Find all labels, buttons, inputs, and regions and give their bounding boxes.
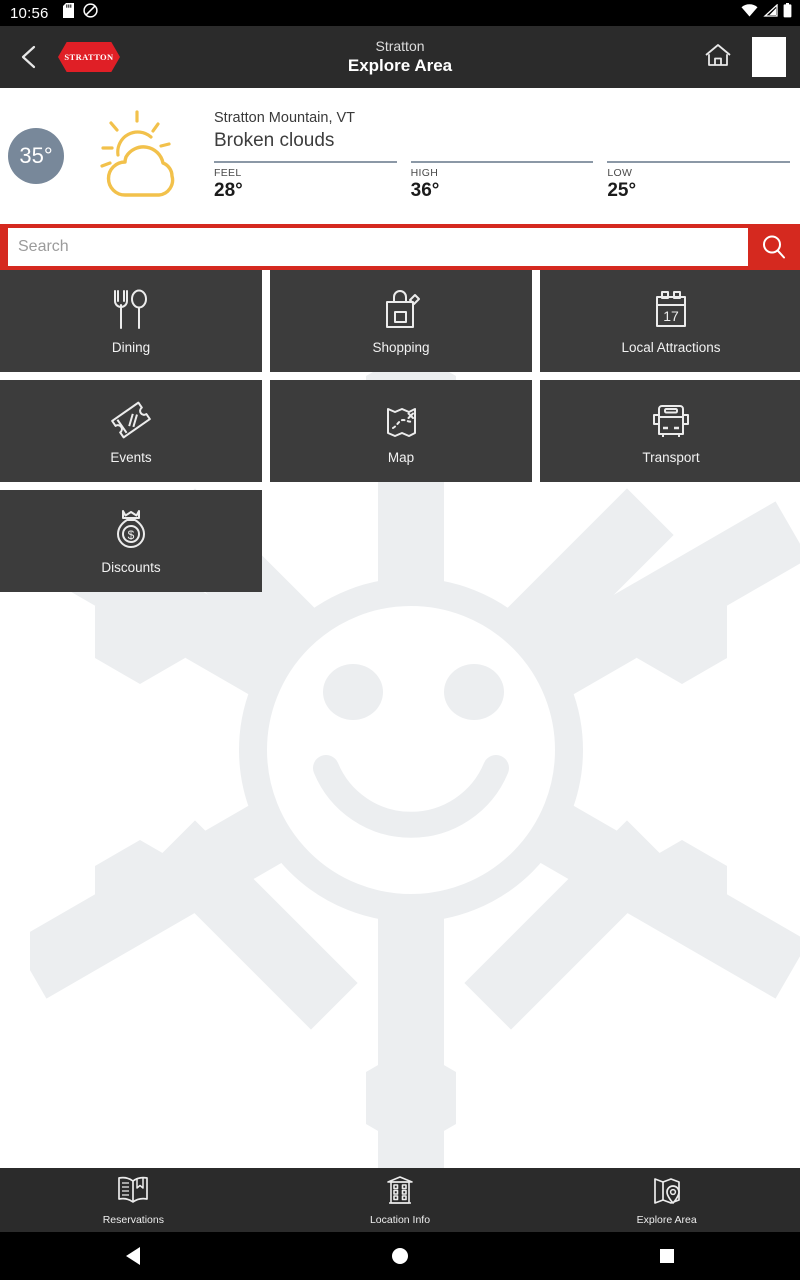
cell-signal-icon (763, 3, 778, 22)
battery-icon (783, 3, 792, 23)
open-book-icon (115, 1174, 151, 1211)
tile-label: Transport (642, 449, 700, 465)
tile-shopping[interactable]: Shopping (270, 270, 532, 372)
treasure-map-icon (380, 398, 422, 442)
tile-transport[interactable]: Transport (540, 380, 800, 482)
tile-label: Map (387, 449, 415, 465)
tile-local-attractions[interactable]: 17 Local Attractions (540, 270, 800, 372)
category-grid: Dining Shopping 17 Local Attractions Eve… (0, 270, 800, 592)
tile-label: Dining (111, 339, 151, 355)
weather-stat-value: 28° (214, 180, 243, 201)
weather-stats: FEEL 28° HIGH 36° LOW 25° (214, 161, 791, 202)
tile-label: Discounts (101, 559, 161, 575)
weather-stat-high: HIGH 36° (410, 161, 594, 202)
status-bar-clock: 10:56 (10, 4, 49, 22)
search-bar (0, 224, 800, 270)
sun-behind-cloud-icon (100, 110, 175, 197)
weather-location: Stratton Mountain, VT (214, 110, 356, 126)
bottom-nav-label: Explore Area (636, 1214, 697, 1226)
tile-discounts[interactable]: $ Discounts (0, 490, 262, 592)
shopping-bag-icon (380, 288, 422, 332)
bottom-nav-label: Location Info (369, 1214, 431, 1226)
status-bar: 10:56 (0, 0, 800, 26)
building-icon (384, 1174, 416, 1211)
chevron-left-icon (21, 45, 36, 69)
weather-stat-label: LOW (607, 167, 633, 179)
calendar-17-icon: 17 (650, 288, 692, 332)
tile-dining[interactable]: Dining (0, 270, 262, 372)
stratton-logo[interactable]: STRATTON (58, 42, 120, 72)
tile-label: Local Attractions (621, 339, 721, 355)
money-bag-icon: $ (110, 508, 152, 552)
android-back-button[interactable] (0, 1247, 267, 1265)
weather-stat-label: HIGH (410, 167, 439, 179)
weather-stat-label: FEEL (214, 167, 242, 179)
header-actions (704, 37, 786, 77)
search-icon (763, 235, 785, 259)
header-subtitle: Stratton (375, 38, 425, 54)
bottom-nav-reservations[interactable]: Reservations (0, 1174, 267, 1226)
logo-text: STRATTON (64, 52, 114, 62)
weather-description: Broken clouds (214, 130, 335, 151)
map-pin-icon (650, 1174, 684, 1211)
recents-square-icon (659, 1249, 674, 1263)
sd-card-icon (62, 3, 74, 23)
main-content: Dining Shopping 17 Local Attractions Eve… (0, 270, 800, 1188)
menu-button[interactable] (752, 37, 786, 77)
fork-and-spoon-icon (110, 288, 152, 332)
weather-stat-low: LOW 25° (607, 161, 791, 202)
weather-stat-value: 36° (410, 180, 440, 201)
home-button[interactable] (704, 42, 732, 73)
back-button[interactable] (12, 40, 46, 74)
android-navigation-bar (0, 1232, 800, 1280)
tile-label: Events (110, 449, 152, 465)
status-bar-left-icons (62, 3, 98, 23)
app-header: STRATTON Stratton Explore Area (0, 26, 800, 88)
home-icon (705, 43, 731, 66)
svg-text:$: $ (128, 528, 135, 542)
status-bar-right-icons (741, 3, 792, 23)
bus-icon (650, 398, 692, 442)
search-submit-button[interactable] (748, 224, 800, 270)
bottom-nav-label: Reservations (102, 1214, 164, 1226)
do-not-disturb-icon (82, 3, 98, 23)
current-temperature: 35° (8, 128, 64, 184)
android-home-button[interactable] (267, 1248, 534, 1264)
android-recents-button[interactable] (533, 1249, 800, 1263)
tile-map[interactable]: Map (270, 380, 532, 482)
bottom-navigation: Reservations Location Info Explore Area (0, 1168, 800, 1232)
weather-condition-icon-wrap (84, 110, 202, 202)
home-circle-icon (392, 1248, 408, 1264)
svg-text:17: 17 (663, 308, 679, 324)
weather-panel: 35° Stratton Mountain, VT Broken clouds (0, 88, 800, 224)
weather-stat-value: 25° (607, 180, 637, 201)
weather-details: Stratton Mountain, VT Broken clouds FEEL… (214, 110, 791, 202)
ticket-icon (109, 398, 153, 442)
wifi-icon (741, 4, 758, 22)
bottom-nav-explore-area[interactable]: Explore Area (533, 1174, 800, 1226)
bottom-nav-location-info[interactable]: Location Info (267, 1174, 534, 1226)
header-title-block: Stratton Explore Area (0, 26, 800, 88)
page-title: Explore Area (347, 56, 453, 75)
tile-label: Shopping (372, 339, 430, 355)
tile-events[interactable]: Events (0, 380, 262, 482)
app-root: 10:56 STRATTON Stratton Explore Area 35°… (0, 0, 800, 1280)
search-input[interactable] (8, 228, 748, 266)
back-triangle-icon (126, 1247, 141, 1265)
weather-stat-feel: FEEL 28° (214, 161, 397, 202)
